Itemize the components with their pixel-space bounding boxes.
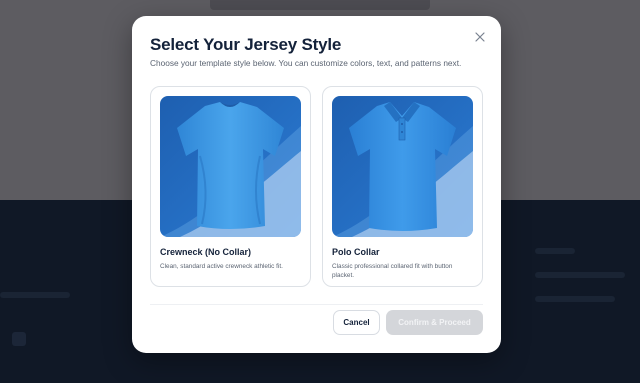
- option-title: Crewneck (No Collar): [160, 247, 252, 257]
- confirm-proceed-button[interactable]: Confirm & Proceed: [386, 310, 483, 335]
- background-line: [535, 272, 625, 278]
- option-title: Polo Collar: [332, 247, 380, 257]
- modal-title: Select Your Jersey Style: [150, 35, 342, 54]
- background-line: [535, 296, 615, 302]
- background-line: [535, 248, 575, 254]
- footer-divider: [150, 304, 483, 305]
- close-button[interactable]: [472, 30, 488, 46]
- option-description: Clean, standard active crewneck athletic…: [160, 263, 283, 270]
- polo-jersey-image: [332, 96, 473, 237]
- background-icon: [12, 332, 26, 346]
- background-page-title: [210, 0, 430, 10]
- option-card-polo[interactable]: Polo Collar Classic professional collare…: [322, 86, 483, 287]
- modal-subtitle: Choose your template style below. You ca…: [150, 58, 462, 68]
- background-line: [0, 292, 70, 298]
- cancel-button[interactable]: Cancel: [333, 310, 380, 335]
- crewneck-jersey-image: [160, 96, 301, 237]
- option-card-crewneck[interactable]: Crewneck (No Collar) Clean, standard act…: [150, 86, 311, 287]
- jersey-style-modal: Select Your Jersey Style Choose your tem…: [132, 16, 501, 353]
- option-description: Classic professional collared fit with b…: [332, 263, 453, 279]
- close-icon: [475, 29, 485, 47]
